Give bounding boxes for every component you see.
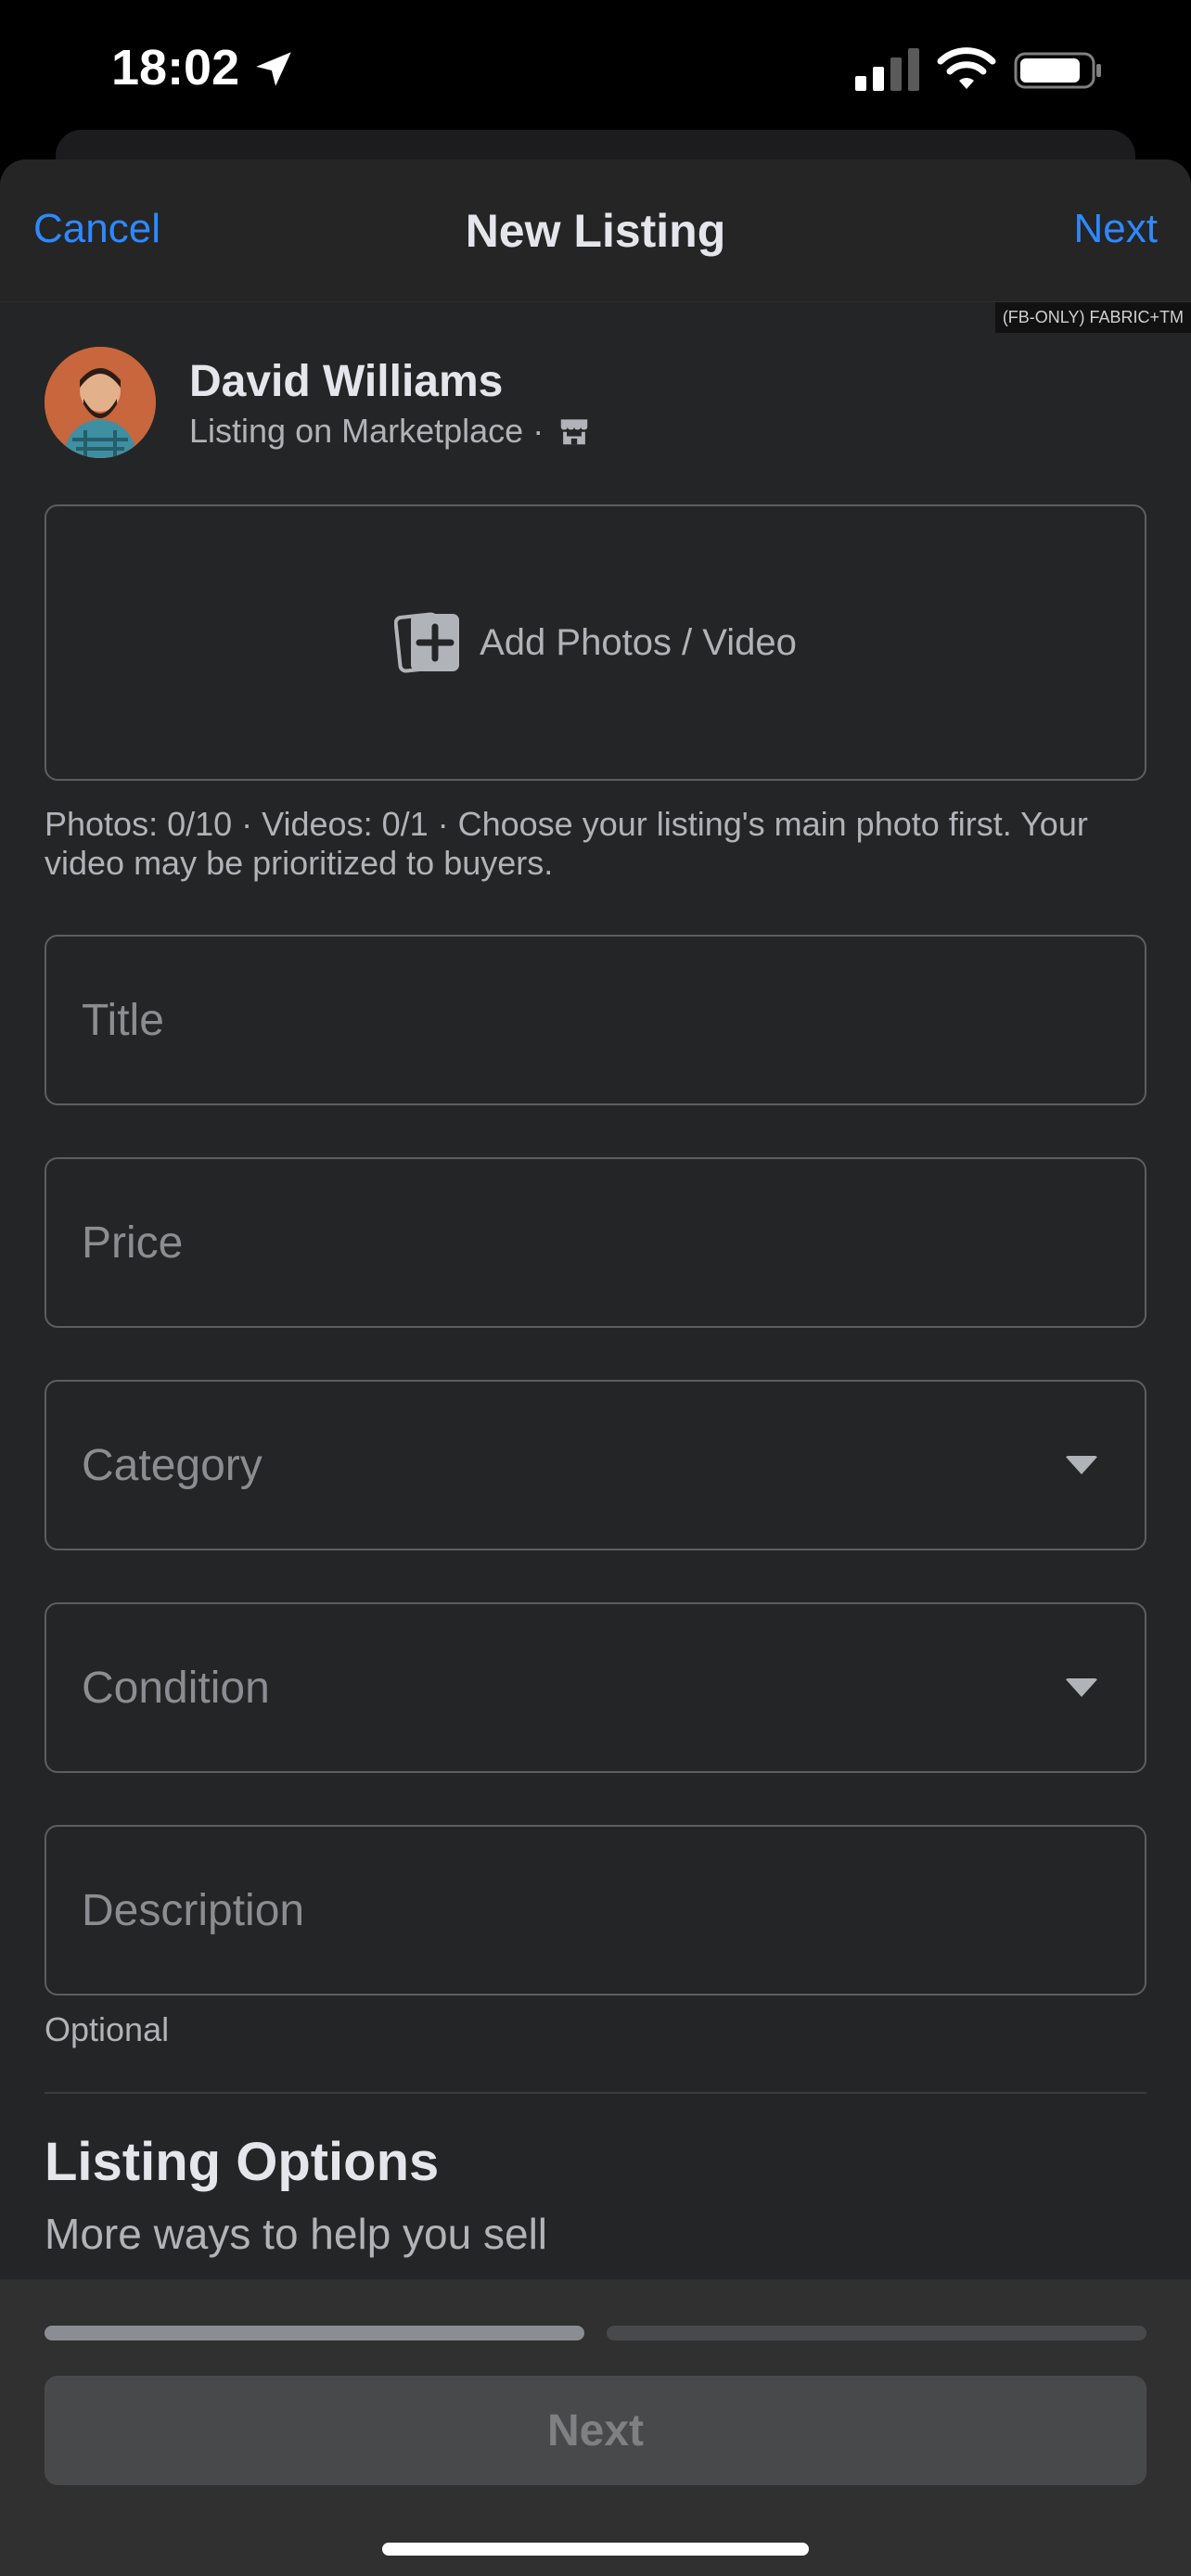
add-photos-button[interactable]: Add Photos / Video: [45, 504, 1146, 781]
listing-location-text: Listing on Marketplace ·: [189, 412, 544, 450]
price-field[interactable]: Price: [45, 1157, 1146, 1328]
add-photos-label: Add Photos / Video: [480, 621, 797, 663]
profile-subtitle: Listing on Marketplace ·: [189, 412, 592, 451]
status-bar: 18:02: [0, 0, 1191, 139]
listing-options-subtitle: More ways to help you sell: [45, 2210, 548, 2258]
category-placeholder: Category: [82, 1440, 263, 1490]
page-title: New Listing: [465, 205, 726, 257]
new-listing-sheet: Cancel New Listing Next (FB-ONLY) FABRIC…: [0, 159, 1191, 2576]
profile-row: David Williams Listing on Marketplace ·: [45, 347, 1139, 458]
progress-step-complete: [45, 2326, 584, 2340]
debug-badge: (FB-ONLY) FABRIC+TM: [994, 302, 1191, 333]
description-field[interactable]: Description: [45, 1825, 1146, 1996]
price-placeholder: Price: [82, 1218, 184, 1268]
title-field[interactable]: Title: [45, 935, 1146, 1105]
status-time: 18:02: [111, 40, 240, 96]
photo-hint: Photos: 0/10 · Videos: 0/1 · Choose your…: [45, 805, 1088, 882]
battery-icon: [1014, 52, 1101, 89]
chevron-down-icon: [1065, 1678, 1098, 1697]
description-placeholder: Description: [82, 1885, 305, 1935]
nav-next-button[interactable]: Next: [1074, 206, 1158, 252]
storefront-icon: [560, 419, 588, 445]
condition-select[interactable]: Condition: [45, 1602, 1146, 1773]
location-arrow-icon: [256, 52, 291, 86]
avatar: [45, 347, 156, 458]
next-button[interactable]: Next: [45, 2376, 1146, 2485]
progress-step-pending: [607, 2326, 1146, 2340]
description-optional-note: Optional: [45, 2010, 170, 2048]
avatar-image: [45, 347, 156, 458]
bottom-bar: Next: [0, 2279, 1191, 2576]
listing-options-title: Listing Options: [45, 2132, 440, 2192]
add-photo-icon: [394, 612, 460, 673]
profile-name: David Williams: [189, 357, 504, 406]
home-indicator[interactable]: [382, 2543, 809, 2556]
chevron-down-icon: [1065, 1456, 1098, 1474]
signal-icon: [855, 48, 919, 91]
title-placeholder: Title: [82, 995, 164, 1045]
wifi-icon: [937, 47, 996, 89]
divider: [45, 2092, 1146, 2094]
condition-placeholder: Condition: [82, 1663, 270, 1713]
category-select[interactable]: Category: [45, 1380, 1146, 1550]
navigation-bar: Cancel New Listing Next: [0, 159, 1191, 302]
